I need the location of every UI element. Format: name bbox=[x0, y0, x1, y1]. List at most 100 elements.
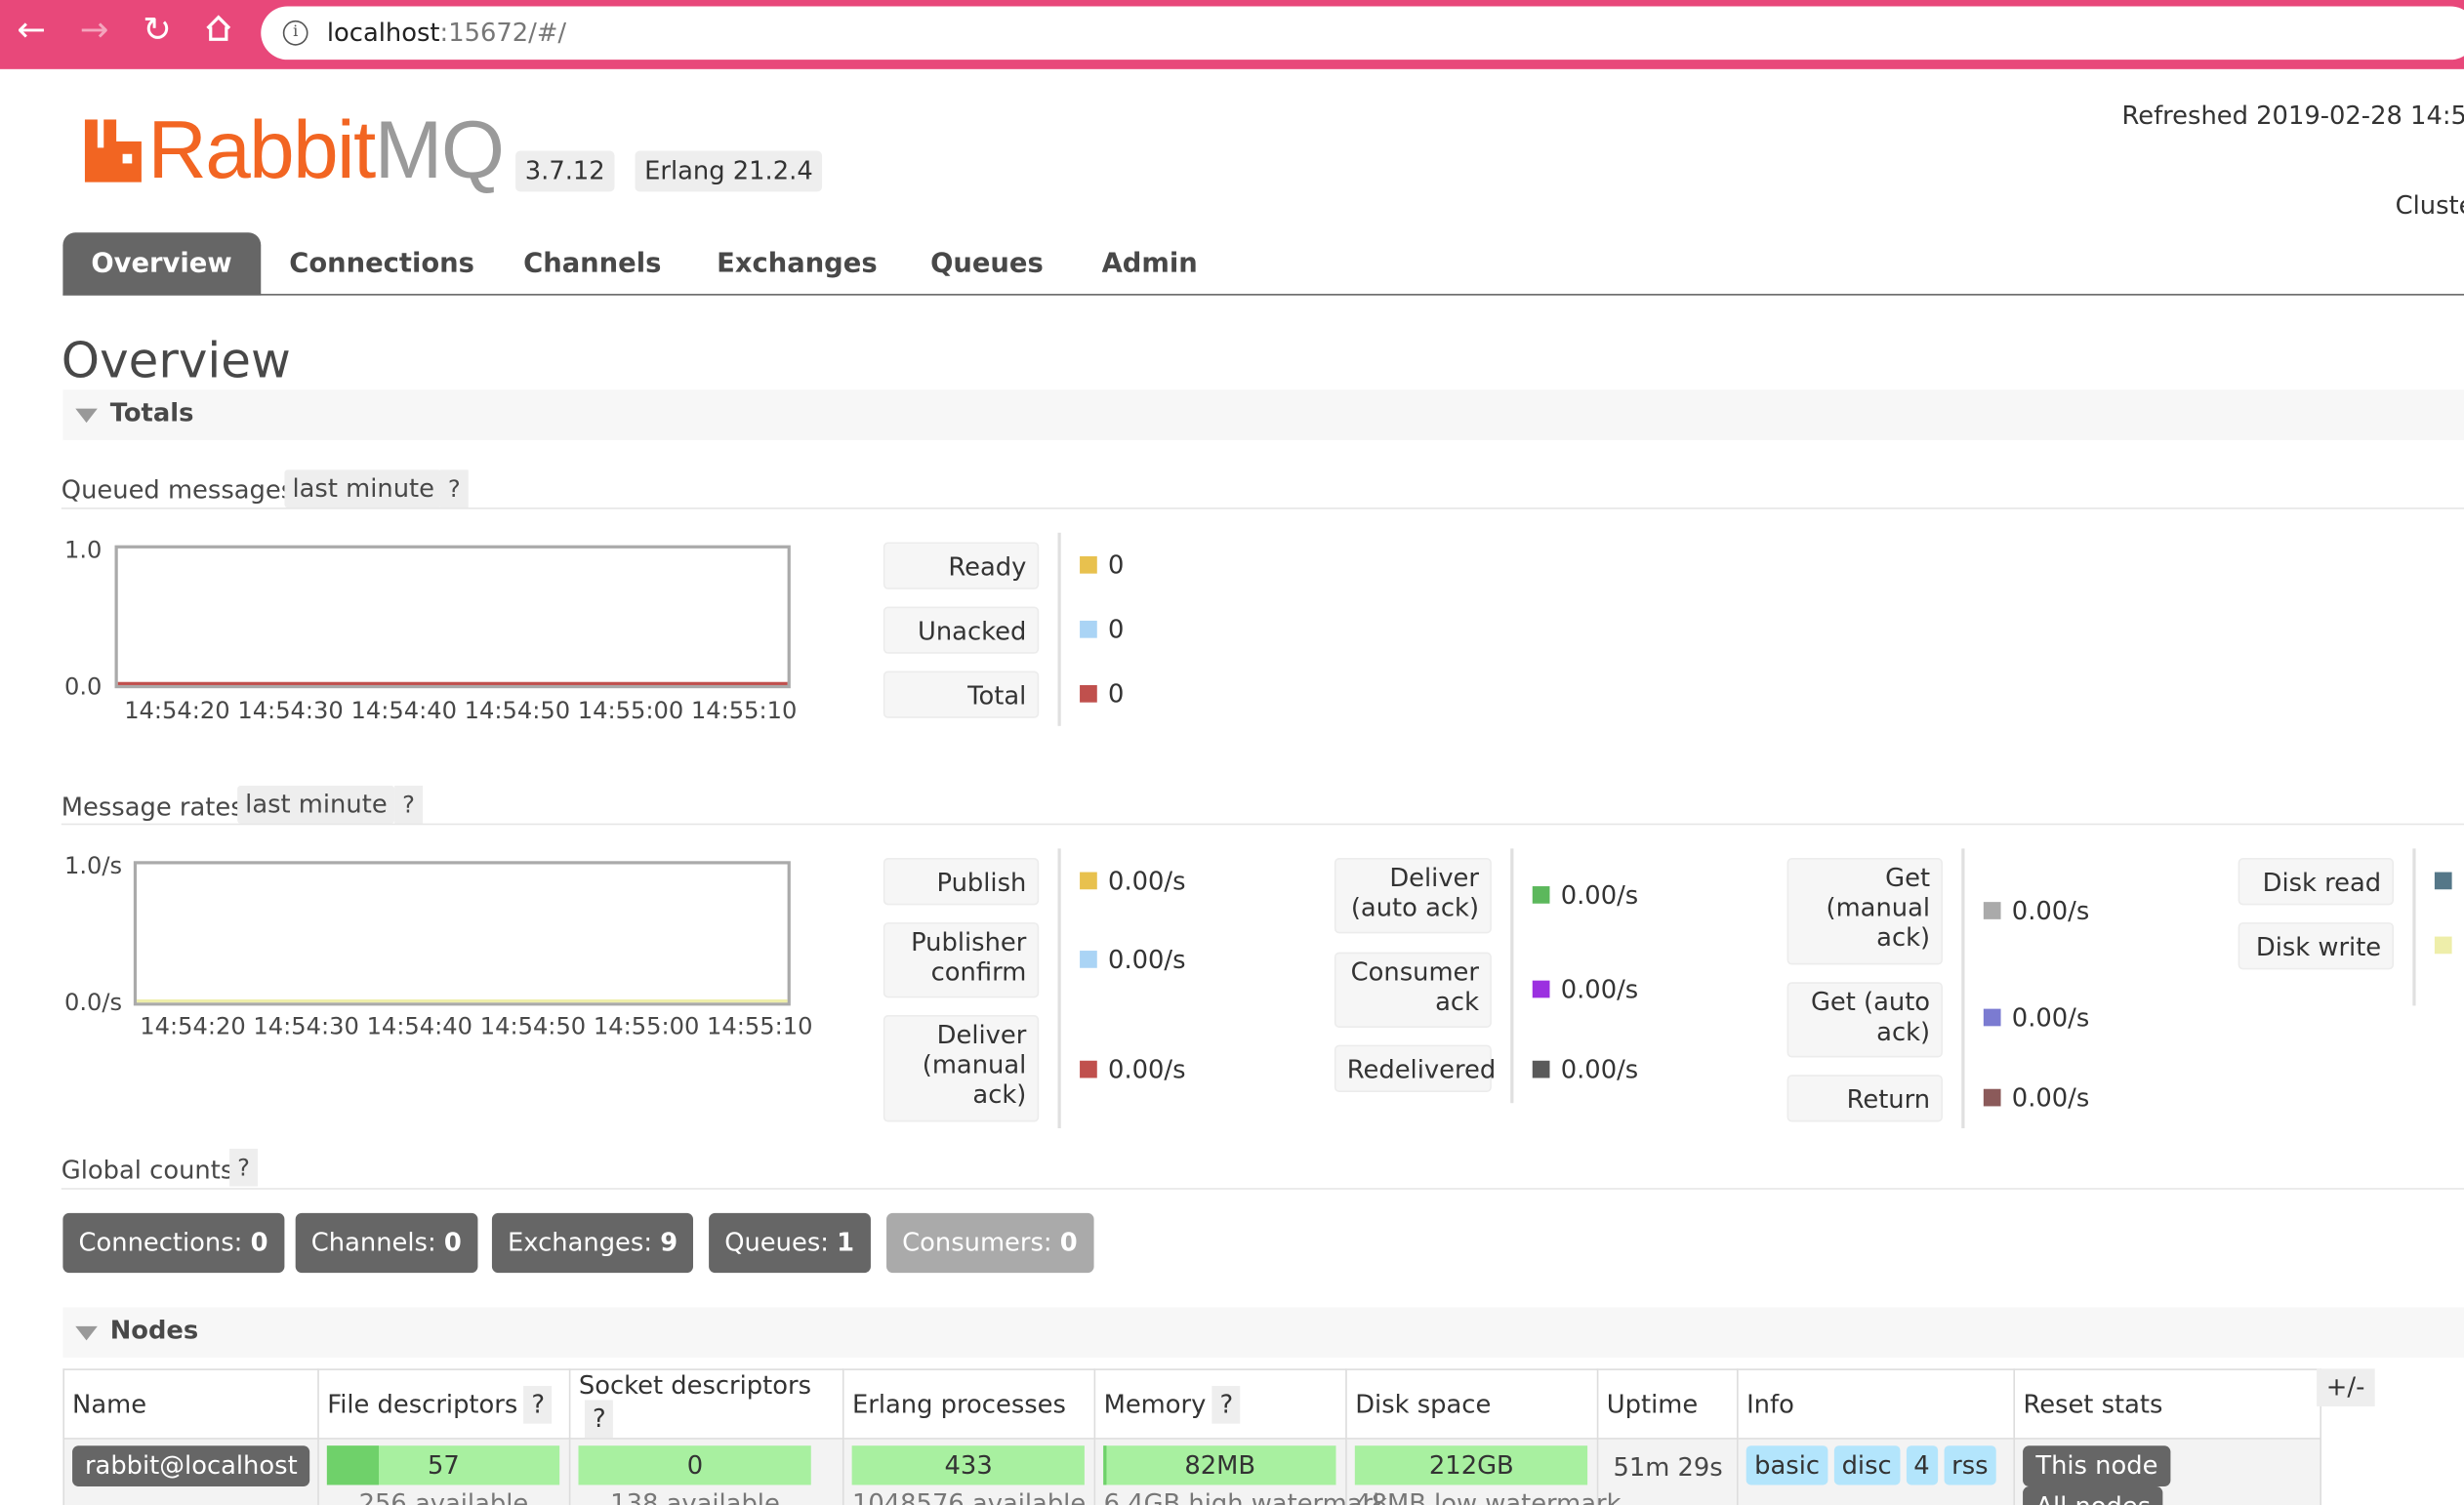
rates-help-button[interactable]: ? bbox=[394, 786, 424, 824]
total-swatch bbox=[1080, 684, 1097, 703]
legend-return[interactable]: Return bbox=[1786, 1075, 1943, 1122]
connections-count-button[interactable]: Connections: 0 bbox=[62, 1212, 284, 1274]
refreshed-timestamp[interactable]: Refreshed 2019-02-28 14:55 bbox=[2122, 101, 2464, 131]
legend-publish[interactable]: Publish bbox=[883, 858, 1040, 906]
legend-separator bbox=[1057, 532, 1061, 726]
info-badge-rss[interactable]: rss bbox=[1944, 1445, 1996, 1485]
logo-text: RabbitMQ bbox=[147, 104, 505, 197]
legend-get-manual-ack[interactable]: Get (manual ack) bbox=[1786, 858, 1943, 965]
legend-ready[interactable]: Ready bbox=[883, 542, 1040, 590]
home-icon[interactable] bbox=[199, 13, 237, 51]
rabbitmq-logo-icon bbox=[84, 119, 142, 183]
disk-read-swatch bbox=[2434, 872, 2452, 890]
sd-available: 138 available bbox=[610, 1487, 780, 1505]
redelivered-value: 0.00/s bbox=[1560, 1054, 1639, 1084]
table-row: rabbit@localhost 57 256 available 0 138 … bbox=[62, 1438, 2322, 1505]
message-rates-chart bbox=[133, 861, 791, 1006]
legend-deliver-manual-ack[interactable]: Deliver (manual ack) bbox=[883, 1015, 1040, 1122]
col-disk-space: Disk space bbox=[1345, 1368, 1599, 1440]
rates-range-selector[interactable]: last minute bbox=[237, 786, 395, 824]
ready-swatch bbox=[1080, 555, 1097, 574]
divider bbox=[61, 823, 2464, 826]
reset-this-node-button[interactable]: This node bbox=[2023, 1445, 2171, 1487]
queues-count-button[interactable]: Queues: 1 bbox=[709, 1212, 871, 1274]
sd-cell: 0 138 available bbox=[569, 1438, 844, 1505]
tab-channels[interactable]: Channels bbox=[523, 232, 661, 295]
legend-disk-read[interactable]: Disk read bbox=[2238, 858, 2395, 906]
forward-arrow-icon[interactable]: → bbox=[75, 12, 113, 51]
legend-redelivered[interactable]: Redelivered bbox=[1334, 1044, 1496, 1092]
get-auto-swatch bbox=[1983, 1008, 2001, 1027]
redelivered-swatch bbox=[1532, 1060, 1550, 1078]
legend-total[interactable]: Total bbox=[883, 671, 1040, 718]
totals-label: Totals bbox=[109, 397, 194, 427]
fd-bar-fill bbox=[327, 1445, 379, 1485]
get-manual-value: 0.00/s bbox=[2011, 895, 2090, 926]
queued-x-ticks: 14:54:20 14:54:30 14:54:40 14:54:50 14:5… bbox=[124, 696, 798, 725]
nodes-label: Nodes bbox=[109, 1315, 199, 1346]
page: ← → ↻ i localhost:15672/#/ RabbitMQ 3.7.… bbox=[0, 0, 2464, 1505]
queued-help-button[interactable]: ? bbox=[439, 469, 469, 508]
info-badge-basic[interactable]: basic bbox=[1746, 1445, 1828, 1485]
reset-all-nodes-button[interactable]: All nodes bbox=[2023, 1486, 2164, 1505]
tab-connections[interactable]: Connections bbox=[289, 232, 474, 295]
global-counts-heading: Global counts bbox=[61, 1155, 234, 1185]
global-help-button[interactable]: ? bbox=[229, 1148, 259, 1187]
tab-admin[interactable]: Admin bbox=[1102, 232, 1198, 295]
publish-value: 0.00/s bbox=[1108, 866, 1186, 896]
node-name-link[interactable]: rabbit@localhost bbox=[72, 1445, 310, 1487]
tab-exchanges[interactable]: Exchanges bbox=[717, 232, 877, 295]
legend-deliver-auto-ack[interactable]: Deliver (auto ack) bbox=[1334, 858, 1492, 934]
disk-watermark: 48MB low watermark bbox=[1355, 1487, 1622, 1505]
info-cell: basic disc 4 rss bbox=[1737, 1438, 2016, 1505]
memory-help-button[interactable]: ? bbox=[1211, 1385, 1241, 1423]
nodes-section-header[interactable]: Nodes bbox=[62, 1307, 2464, 1359]
col-name: Name bbox=[62, 1368, 320, 1440]
channels-count-button[interactable]: Channels: 0 bbox=[295, 1212, 477, 1274]
queued-messages-chart bbox=[114, 545, 791, 689]
exchanges-count-button[interactable]: Exchanges: 9 bbox=[491, 1212, 694, 1274]
tab-overview[interactable]: Overview bbox=[62, 232, 261, 296]
rates-baseline bbox=[137, 998, 788, 1003]
table-header-row: Name File descriptors? Socket descriptor… bbox=[62, 1368, 2322, 1440]
tab-queues[interactable]: Queues bbox=[930, 232, 1044, 295]
legend-disk-write[interactable]: Disk write bbox=[2238, 922, 2395, 970]
col-info: Info bbox=[1737, 1368, 2016, 1440]
deliver-auto-value: 0.00/s bbox=[1560, 879, 1639, 911]
url-text: localhost:15672/#/ bbox=[326, 17, 567, 48]
col-reset-stats: Reset stats bbox=[2013, 1368, 2322, 1440]
back-arrow-icon[interactable]: ← bbox=[13, 12, 51, 51]
info-badge-count[interactable]: 4 bbox=[1906, 1445, 1938, 1485]
info-badge-disc[interactable]: disc bbox=[1833, 1445, 1900, 1485]
legend-unacked[interactable]: Unacked bbox=[883, 606, 1040, 654]
memory-bar-fill bbox=[1103, 1445, 1106, 1485]
column-toggle-button[interactable]: +/- bbox=[2317, 1368, 2375, 1406]
consumers-count-button[interactable]: Consumers: 0 bbox=[886, 1212, 1093, 1274]
publisher-confirm-swatch bbox=[1080, 951, 1097, 968]
legend-consumer-ack[interactable]: Consumer ack bbox=[1334, 952, 1492, 1028]
fd-available: 256 available bbox=[358, 1487, 529, 1505]
fd-help-button[interactable]: ? bbox=[523, 1385, 553, 1423]
address-bar[interactable]: i localhost:15672/#/ bbox=[261, 6, 2464, 61]
erlang-version-badge: Erlang 21.2.4 bbox=[635, 150, 823, 192]
deliver-manual-swatch bbox=[1080, 1060, 1097, 1078]
cluster-name[interactable]: Cluste bbox=[2396, 190, 2464, 221]
ep-cell: 433 1048576 available bbox=[842, 1438, 1096, 1505]
publish-swatch bbox=[1080, 872, 1097, 890]
disk-bar: 212GB bbox=[1355, 1445, 1588, 1485]
queued-range-selector[interactable]: last minute bbox=[284, 469, 443, 508]
legend-separator bbox=[1961, 848, 1965, 1128]
legend-publisher-confirm[interactable]: Publisher confirm bbox=[883, 922, 1040, 998]
info-icon[interactable]: i bbox=[282, 20, 308, 46]
totals-section-header[interactable]: Totals bbox=[62, 389, 2464, 440]
sd-help-button[interactable]: ? bbox=[585, 1400, 614, 1439]
memory-watermark: 6.4GB high watermark bbox=[1103, 1487, 1388, 1505]
consumer-ack-swatch bbox=[1532, 980, 1550, 998]
legend-get-auto-ack[interactable]: Get (auto ack) bbox=[1786, 982, 1943, 1058]
rates-y-min: 0.0/s bbox=[64, 988, 123, 1017]
total-value: 0 bbox=[1108, 678, 1125, 710]
rates-y-max: 1.0/s bbox=[64, 851, 123, 880]
ready-value: 0 bbox=[1108, 549, 1125, 581]
reload-icon[interactable]: ↻ bbox=[139, 12, 177, 51]
col-file-descriptors: File descriptors? bbox=[317, 1368, 571, 1440]
